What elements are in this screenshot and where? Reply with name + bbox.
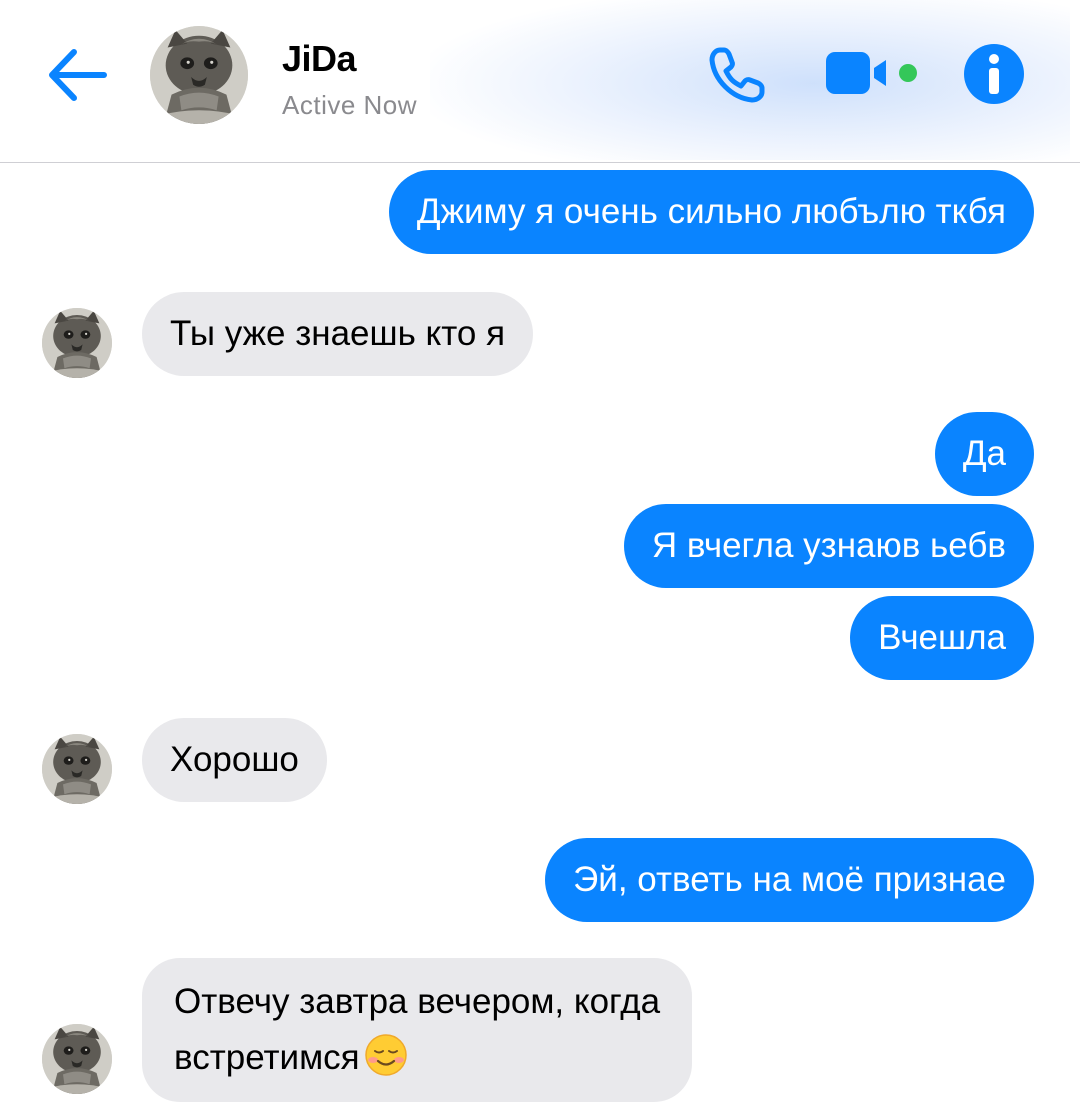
contact-status: Active Now (282, 90, 418, 120)
message-outgoing[interactable]: Вчешла (850, 596, 1034, 680)
message-outgoing[interactable]: Джиму я очень сильно любълю ткбя (388, 170, 1034, 254)
arrow-left-icon (49, 49, 107, 101)
message-line: встретимся (174, 1038, 360, 1077)
phone-icon (709, 47, 765, 103)
call-button[interactable] (706, 44, 768, 106)
message-outgoing[interactable]: Я вчегла узнаюв ьебв (623, 504, 1034, 588)
message-incoming[interactable]: Ты уже знаешь кто я (142, 292, 534, 376)
message-line-with-emoji: встретимся (174, 1030, 660, 1086)
contact-avatar-small (42, 308, 112, 378)
contact-avatar-small (42, 1024, 112, 1094)
chat-header: JiDa Active Now (0, 0, 1080, 163)
smiling-face-emoji (364, 1034, 407, 1076)
contact-avatar-small (42, 734, 112, 804)
message-incoming[interactable]: Отвечу завтра вечером, когда встретимся (142, 958, 693, 1102)
back-button[interactable] (44, 44, 112, 106)
contact-name[interactable]: JiDa (282, 38, 357, 80)
video-camera-icon (826, 52, 917, 94)
video-call-button[interactable] (826, 48, 922, 98)
contact-avatar[interactable] (150, 26, 248, 124)
info-button[interactable] (962, 42, 1026, 106)
message-outgoing[interactable]: Да (934, 412, 1034, 496)
info-icon (964, 44, 1024, 104)
message-outgoing[interactable]: Эй, ответь на моё признае (545, 838, 1034, 922)
message-incoming[interactable]: Хорошо (142, 718, 327, 802)
message-line: Отвечу завтра вечером, когда (174, 982, 661, 1021)
